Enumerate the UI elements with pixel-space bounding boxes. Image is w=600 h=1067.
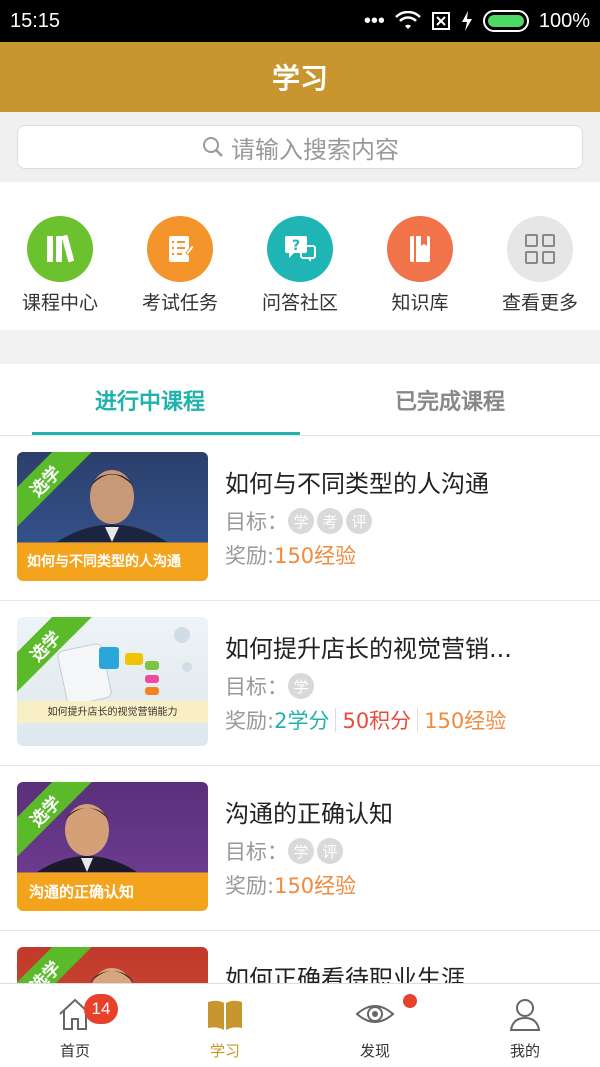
book-icon (387, 216, 453, 282)
search-area: 请输入搜索内容 (0, 112, 600, 182)
quick-menu-label: 知识库 (391, 292, 449, 314)
course-title: 沟通的正确认知 (225, 800, 393, 828)
course-item[interactable]: 如何提升店长的视觉营销能力 选学 如何提升店长的视觉营销... 目标： 学 奖励… (0, 601, 600, 766)
wifi-icon (394, 11, 421, 29)
thumb-caption: 如何与不同类型的人沟通 (27, 553, 181, 570)
reward-credits: 2学分 (274, 709, 330, 733)
reward-experience: 150经验 (274, 544, 357, 568)
quick-menu-qa-community[interactable]: ? 问答社区 (240, 182, 360, 330)
eye-icon (355, 1005, 395, 1023)
person-icon (509, 999, 541, 1031)
reward-points: 50积分 (342, 709, 412, 733)
search-icon (203, 137, 223, 157)
course-thumbnail: 如何与不同类型的人沟通 选学 (17, 452, 208, 581)
goal-label: 目标： (225, 510, 288, 534)
books-icon (27, 216, 93, 282)
bottom-nav: 首页 14 学习 发现 我的 (0, 983, 600, 1067)
tab-completed[interactable]: 已完成课程 (300, 364, 600, 435)
course-reward: 奖励: 2学分 50积分 150经验 (225, 705, 506, 735)
notification-badge: 14 (84, 994, 118, 1024)
quick-menu-course-center[interactable]: 课程中心 (0, 182, 120, 330)
quick-menu-view-more[interactable]: 查看更多 (480, 182, 600, 330)
course-list: 如何与不同类型的人沟通 选学 如何与不同类型的人沟通 目标： 学 考 评 奖励:… (0, 436, 600, 984)
nav-label: 首页 (59, 1042, 90, 1060)
course-reward: 奖励: 150经验 (225, 540, 356, 570)
sim-off-icon (431, 12, 450, 30)
page-title: 学习 (271, 62, 328, 95)
more-dots-icon: ••• (363, 9, 385, 32)
course-thumbnail: 选学 (17, 947, 208, 984)
nav-label: 我的 (509, 1042, 540, 1060)
question-chat-icon: ? (267, 216, 333, 282)
course-thumbnail: 沟通的正确认知 选学 (17, 782, 208, 911)
course-tabs: 进行中课程 已完成课程 (0, 364, 600, 436)
search-placeholder: 请输入搜索内容 (231, 135, 399, 164)
goal-tag: 学 (288, 508, 314, 534)
course-item[interactable]: 选学 如何正确看待职业生涯 (0, 931, 600, 984)
goal-tag: 学 (288, 838, 314, 864)
quick-menu-label: 考试任务 (141, 292, 218, 314)
nav-label: 发现 (359, 1042, 390, 1060)
course-title: 如何与不同类型的人沟通 (225, 470, 489, 498)
course-title: 如何正确看待职业生涯 (225, 965, 465, 984)
course-title: 如何提升店长的视觉营销... (225, 635, 512, 663)
course-reward: 奖励: 150经验 (225, 870, 356, 900)
course-item[interactable]: 如何与不同类型的人沟通 选学 如何与不同类型的人沟通 目标： 学 考 评 奖励:… (0, 436, 600, 601)
reward-separator (335, 708, 337, 732)
nav-discover[interactable]: 发现 (300, 984, 450, 1067)
reward-separator (417, 708, 419, 732)
course-goal: 目标： 学 (225, 671, 317, 701)
quick-menu-label: 课程中心 (21, 292, 98, 314)
reward-label: 奖励: (225, 709, 275, 733)
goal-tag: 评 (317, 838, 343, 864)
open-book-icon (208, 1000, 242, 1030)
course-thumbnail: 如何提升店长的视觉营销能力 选学 (17, 617, 208, 746)
course-item[interactable]: 沟通的正确认知 选学 沟通的正确认知 目标： 学 评 奖励: 150经验 (0, 766, 600, 931)
thumb-caption: 如何提升店长的视觉营销能力 (47, 707, 178, 718)
search-input[interactable]: 请输入搜索内容 (17, 125, 583, 169)
reward-label: 奖励: (225, 544, 275, 568)
checklist-icon (147, 216, 213, 282)
new-content-dot (403, 994, 417, 1008)
battery-percent: 100% (538, 9, 590, 32)
goal-tag: 评 (346, 508, 372, 534)
svg-text:?: ? (292, 238, 300, 254)
reward-experience: 150经验 (424, 709, 507, 733)
goal-tag: 学 (288, 673, 314, 699)
reward-label: 奖励: (225, 874, 275, 898)
quick-menu: 课程中心 考试任务 ? 问答社区 知识库 查看更多 (0, 182, 600, 330)
status-time: 15:15 (10, 9, 61, 32)
reward-experience: 150经验 (274, 874, 357, 898)
quick-menu-label: 查看更多 (501, 292, 578, 314)
nav-label: 学习 (209, 1042, 240, 1060)
grid-icon (507, 216, 573, 282)
course-goal: 目标： 学 考 评 (225, 506, 375, 536)
thumb-caption: 沟通的正确认知 (29, 883, 135, 901)
quick-menu-exam-tasks[interactable]: 考试任务 (120, 182, 240, 330)
tab-in-progress[interactable]: 进行中课程 (0, 364, 300, 435)
nav-learning[interactable]: 学习 (150, 984, 300, 1067)
course-goal: 目标： 学 评 (225, 836, 346, 866)
nav-mine[interactable]: 我的 (450, 984, 600, 1067)
quick-menu-knowledge-base[interactable]: 知识库 (360, 182, 480, 330)
goal-tag: 考 (317, 508, 343, 534)
app-header: 学习 (0, 42, 600, 112)
quick-menu-label: 问答社区 (261, 292, 338, 314)
charging-icon (461, 11, 472, 31)
battery-icon (482, 10, 529, 32)
nav-home[interactable]: 首页 14 (0, 984, 150, 1067)
status-bar: 15:15 ••• 100% (0, 0, 600, 42)
goal-label: 目标： (225, 840, 288, 864)
goal-label: 目标： (225, 675, 288, 699)
